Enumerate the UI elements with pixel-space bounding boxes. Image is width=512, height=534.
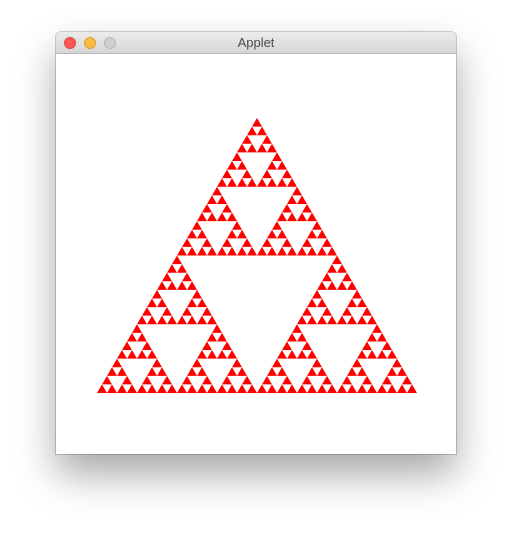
sierpinski-fractal <box>97 118 417 393</box>
applet-canvas[interactable] <box>56 54 456 454</box>
window-title: Applet <box>237 35 275 50</box>
applet-window: Applet <box>56 32 456 454</box>
title-bar[interactable]: Applet <box>56 32 456 54</box>
